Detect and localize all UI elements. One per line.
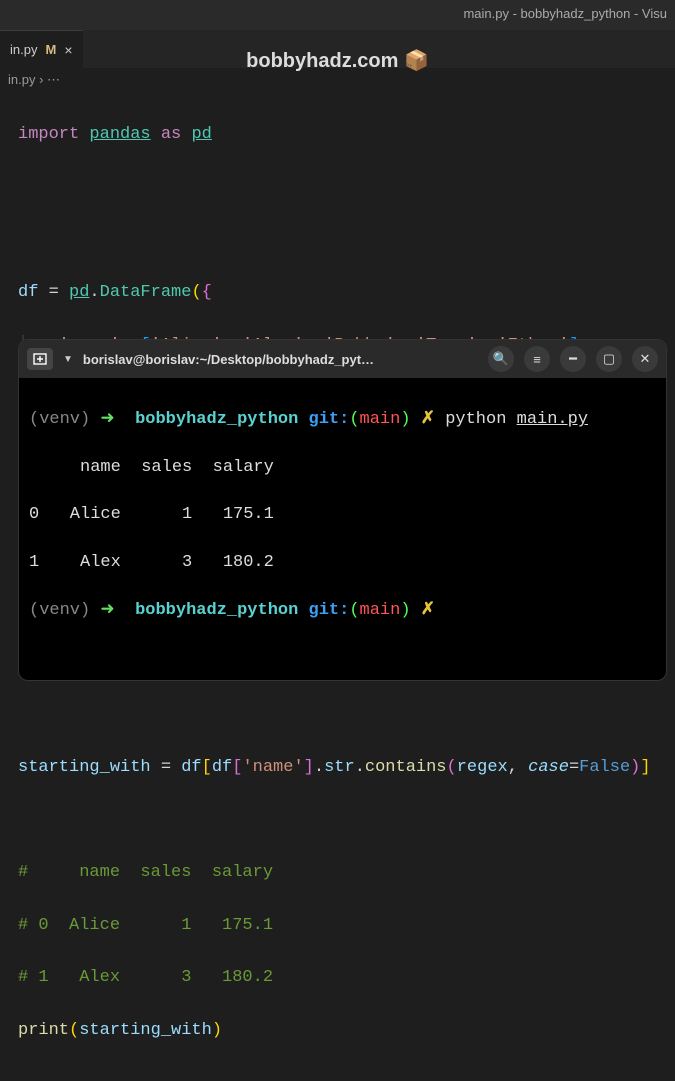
terminal-body[interactable]: (venv) ➜ bobbyhadz_python git:(main) ✗ p… <box>19 378 666 680</box>
terminal-line: (venv) ➜ bobbyhadz_python git:(main) ✗ p… <box>29 408 656 432</box>
code-comment: # 1 Alex 3 180.2 <box>18 965 657 991</box>
maximize-button[interactable]: ▢ <box>596 346 622 372</box>
terminal-output: 1 Alex 3 180.2 <box>29 551 656 575</box>
code-line <box>18 228 657 254</box>
code-line: print(starting_with) <box>18 1018 657 1044</box>
code-comment: # name sales salary <box>18 860 657 886</box>
code-comment: # 0 Alice 1 175.1 <box>18 913 657 939</box>
close-button[interactable]: ✕ <box>632 346 658 372</box>
code-line: starting_with = df[df['name'].str.contai… <box>18 755 657 781</box>
minimize-button[interactable]: ━ <box>560 346 586 372</box>
close-icon[interactable]: × <box>64 42 72 58</box>
menu-button[interactable]: ≡ <box>524 346 550 372</box>
terminal-output: name sales salary <box>29 456 656 480</box>
code-line <box>18 175 657 201</box>
terminal-line: (venv) ➜ bobbyhadz_python git:(main) ✗ <box>29 599 656 623</box>
code-line: df = pd.DataFrame({ <box>18 280 657 306</box>
new-tab-button[interactable] <box>27 348 53 370</box>
terminal-panel: ▼ borislav@borislav:~/Desktop/bobbyhadz_… <box>18 339 667 681</box>
minimize-icon: ━ <box>569 351 577 367</box>
window-titlebar: main.py - bobbyhadz_python - Visu <box>0 0 675 30</box>
tab-modified-indicator: M <box>45 42 56 57</box>
tab-bar: in.py M × <box>0 30 675 68</box>
maximize-icon: ▢ <box>603 351 615 367</box>
terminal-title: borislav@borislav:~/Desktop/bobbyhadz_py… <box>83 352 374 367</box>
code-line <box>18 702 657 728</box>
search-button[interactable]: 🔍 <box>488 346 514 372</box>
search-icon: 🔍 <box>493 351 509 367</box>
tab-filename: in.py <box>10 42 37 57</box>
breadcrumb[interactable]: in.py › ⋯ <box>0 68 675 92</box>
dropdown-icon[interactable]: ▼ <box>63 354 73 365</box>
window-title: main.py - bobbyhadz_python - Visu <box>463 6 667 21</box>
terminal-output: 0 Alice 1 175.1 <box>29 503 656 527</box>
terminal-header: ▼ borislav@borislav:~/Desktop/bobbyhadz_… <box>19 340 666 378</box>
code-line <box>18 807 657 833</box>
breadcrumb-text: in.py › ⋯ <box>8 72 60 87</box>
close-icon: ✕ <box>640 351 651 367</box>
menu-icon: ≡ <box>533 352 541 367</box>
code-line: import pandas as pd <box>18 122 657 148</box>
file-tab[interactable]: in.py M × <box>0 30 83 68</box>
new-tab-icon <box>33 353 47 365</box>
